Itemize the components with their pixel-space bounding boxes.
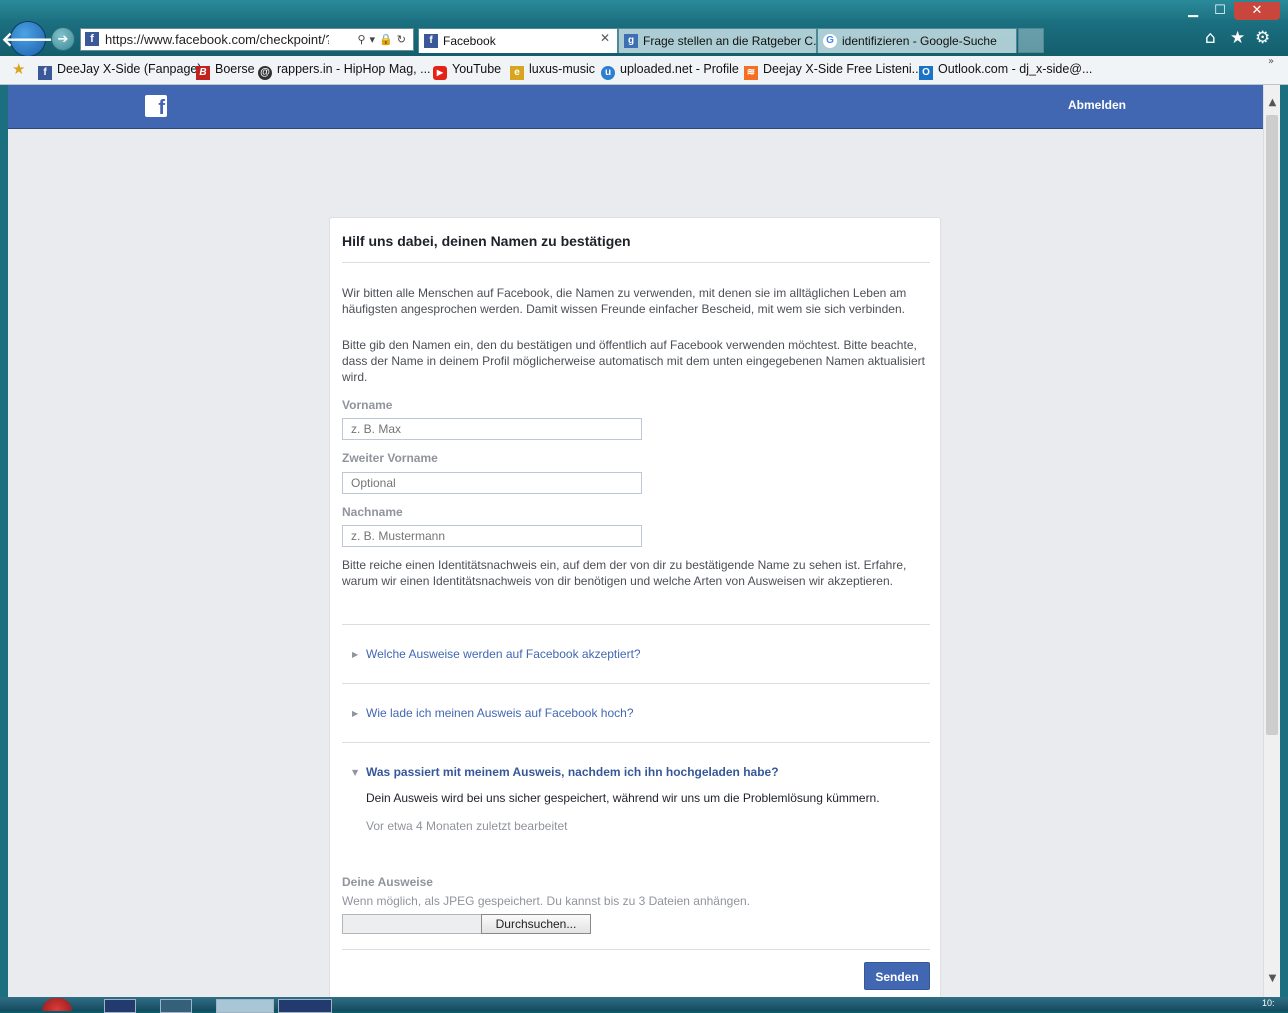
add-favorite-icon[interactable]: ★ [12,60,25,78]
divider [342,683,930,684]
facebook-favicon-icon: f [424,34,438,48]
forward-button[interactable]: ➔ [51,27,75,51]
window-frame-right [1280,85,1288,997]
divider [342,262,930,263]
faq-upload-id[interactable]: ▶ Wie lade ich meinen Ausweis auf Faceboo… [352,706,634,720]
uploaded-icon: u [601,66,615,80]
last-name-label: Nachname [342,505,403,519]
minimize-button[interactable]: ▁ [1180,2,1206,20]
back-arrow-icon: 🡐 [1,27,55,51]
intro-text: Wir bitten alle Menschen auf Facebook, d… [342,286,907,316]
favorite-label: Boerse [215,62,255,76]
favorite-label: uploaded.net - Profile [620,62,739,76]
new-tab-button[interactable] [1018,28,1044,53]
expand-arrow-icon: ▶ [352,650,359,659]
favorite-item[interactable]: ▶ YouTube [433,62,501,80]
first-name-input[interactable] [342,418,642,440]
favorites-overflow-icon[interactable]: » [1268,56,1274,67]
favorite-item[interactable]: u uploaded.net - Profile [601,62,739,80]
soundcloud-icon: ≋ [744,66,758,80]
faq-accepted-ids[interactable]: ▶ Welche Ausweise werden auf Facebook akz… [352,647,641,661]
your-ids-label: Deine Ausweise [342,875,433,889]
outlook-icon: O [919,66,933,80]
page-viewport: f Abmelden Hilf uns dabei, deinen Namen … [8,85,1263,997]
favorite-item[interactable]: O Outlook.com - dj_x-side@... [919,62,1092,80]
middle-name-input[interactable] [342,472,642,494]
faq-answer: Dein Ausweis wird bei uns sicher gespeic… [366,791,880,805]
card-title: Hilf uns dabei, deinen Namen zu bestätig… [342,233,631,249]
faq-question: Welche Ausweise werden auf Facebook akze… [366,647,641,661]
tab-label: Frage stellen an die Ratgeber C... [643,34,817,48]
scroll-thumb[interactable] [1266,115,1278,735]
google-favicon-icon: G [823,34,837,48]
favorite-item[interactable]: B Boerse [196,62,255,80]
favorite-item[interactable]: @ rappers.in - HipHop Mag, ... [258,62,431,80]
favorites-bar: ★ f DeeJay X-Side (Fanpage) B Boerse @ rapp… [0,56,1288,85]
boerse-icon: B [196,66,210,80]
tab-facebook[interactable]: f Facebook [418,28,618,53]
logout-link[interactable]: Abmelden [1068,98,1126,112]
favorite-label: Deejay X-Side Free Listeni... [763,62,923,76]
divider [342,949,930,950]
favorite-item[interactable]: e luxus-music [510,62,595,80]
faq-question: Was passiert mit meinem Ausweis, nachdem… [366,765,779,779]
collapse-arrow-icon: ▼ [352,768,359,777]
id-request-text: Bitte reiche einen Identitätsnachweis ei… [342,558,907,588]
start-button[interactable] [42,998,72,1011]
favorites-star-icon[interactable]: ★ [1230,28,1245,48]
last-name-input[interactable] [342,525,642,547]
taskbar-clock: 10: [1262,998,1275,1008]
faq-last-edited: Vor etwa 4 Monaten zuletzt bearbeitet [366,819,568,833]
facebook-logo-icon[interactable]: f [145,95,167,117]
facebook-header: f Abmelden [8,85,1263,129]
scroll-down-icon[interactable]: ▼ [1264,973,1281,984]
window-frame-left [0,85,8,997]
favorite-item[interactable]: f DeeJay X-Side (Fanpage) [38,62,202,80]
close-tab-icon[interactable]: ✕ [600,31,610,45]
address-url[interactable]: https://www.facebook.com/checkpoint/?nex [105,29,329,50]
file-path-field[interactable] [342,914,482,934]
forward-arrow-icon: ➔ [57,31,69,47]
favorite-label: YouTube [452,62,502,76]
taskbar: 10: [0,997,1288,1013]
scroll-up-icon[interactable]: ▲ [1264,97,1281,108]
favorite-label: luxus-music [529,62,595,76]
close-window-button[interactable]: ✕ [1234,2,1280,20]
home-icon[interactable]: ⌂ [1205,28,1216,48]
maximize-button[interactable]: ☐ [1207,2,1233,20]
divider [342,742,930,743]
divider [342,624,930,625]
facebook-icon: f [38,66,52,80]
youtube-icon: ▶ [433,66,447,80]
address-bar-icons[interactable]: ⚲▾🔒↻ [358,29,411,50]
gear-icon[interactable]: ⚙ [1255,28,1270,48]
rappers-icon: @ [258,66,272,80]
gutefrage-favicon-icon: g [624,34,638,48]
submit-button[interactable]: Senden [864,962,930,990]
address-bar[interactable]: f https://www.facebook.com/checkpoint/?n… [80,28,414,51]
favorite-item[interactable]: ≋ Deejay X-Side Free Listeni... [744,62,922,80]
tab-label: Facebook [443,34,496,48]
facebook-favicon-icon: f [85,32,99,46]
tab-google-search[interactable]: G identifizieren - Google-Suche [817,28,1017,53]
your-ids-hint: Wenn möglich, als JPEG gespeichert. Du k… [342,894,751,908]
ie-page-icon: e [510,66,524,80]
first-name-label: Vorname [342,398,393,412]
browse-button[interactable]: Durchsuchen... [481,914,591,934]
favorite-label: rappers.in - HipHop Mag, ... [277,62,431,76]
back-button[interactable]: 🡐 [1,21,55,57]
name-confirmation-card: Hilf uns dabei, deinen Namen zu bestätig… [329,217,941,997]
faq-question: Wie lade ich meinen Ausweis auf Facebook… [366,706,634,720]
expand-arrow-icon: ▶ [352,709,359,718]
tab-label: identifizieren - Google-Suche [842,34,997,48]
instructions-text: Bitte gib den Namen ein, den du bestätig… [342,338,925,384]
vertical-scrollbar[interactable]: ▲ ▼ [1263,85,1281,997]
favorite-label: DeeJay X-Side (Fanpage) [57,62,202,76]
favorite-label: Outlook.com - dj_x-side@... [938,62,1093,76]
tab-ratgeber[interactable]: g Frage stellen an die Ratgeber C... [618,28,817,53]
middle-name-label: Zweiter Vorname [342,451,438,465]
faq-what-happens[interactable]: ▼ Was passiert mit meinem Ausweis, nachde… [352,765,779,779]
